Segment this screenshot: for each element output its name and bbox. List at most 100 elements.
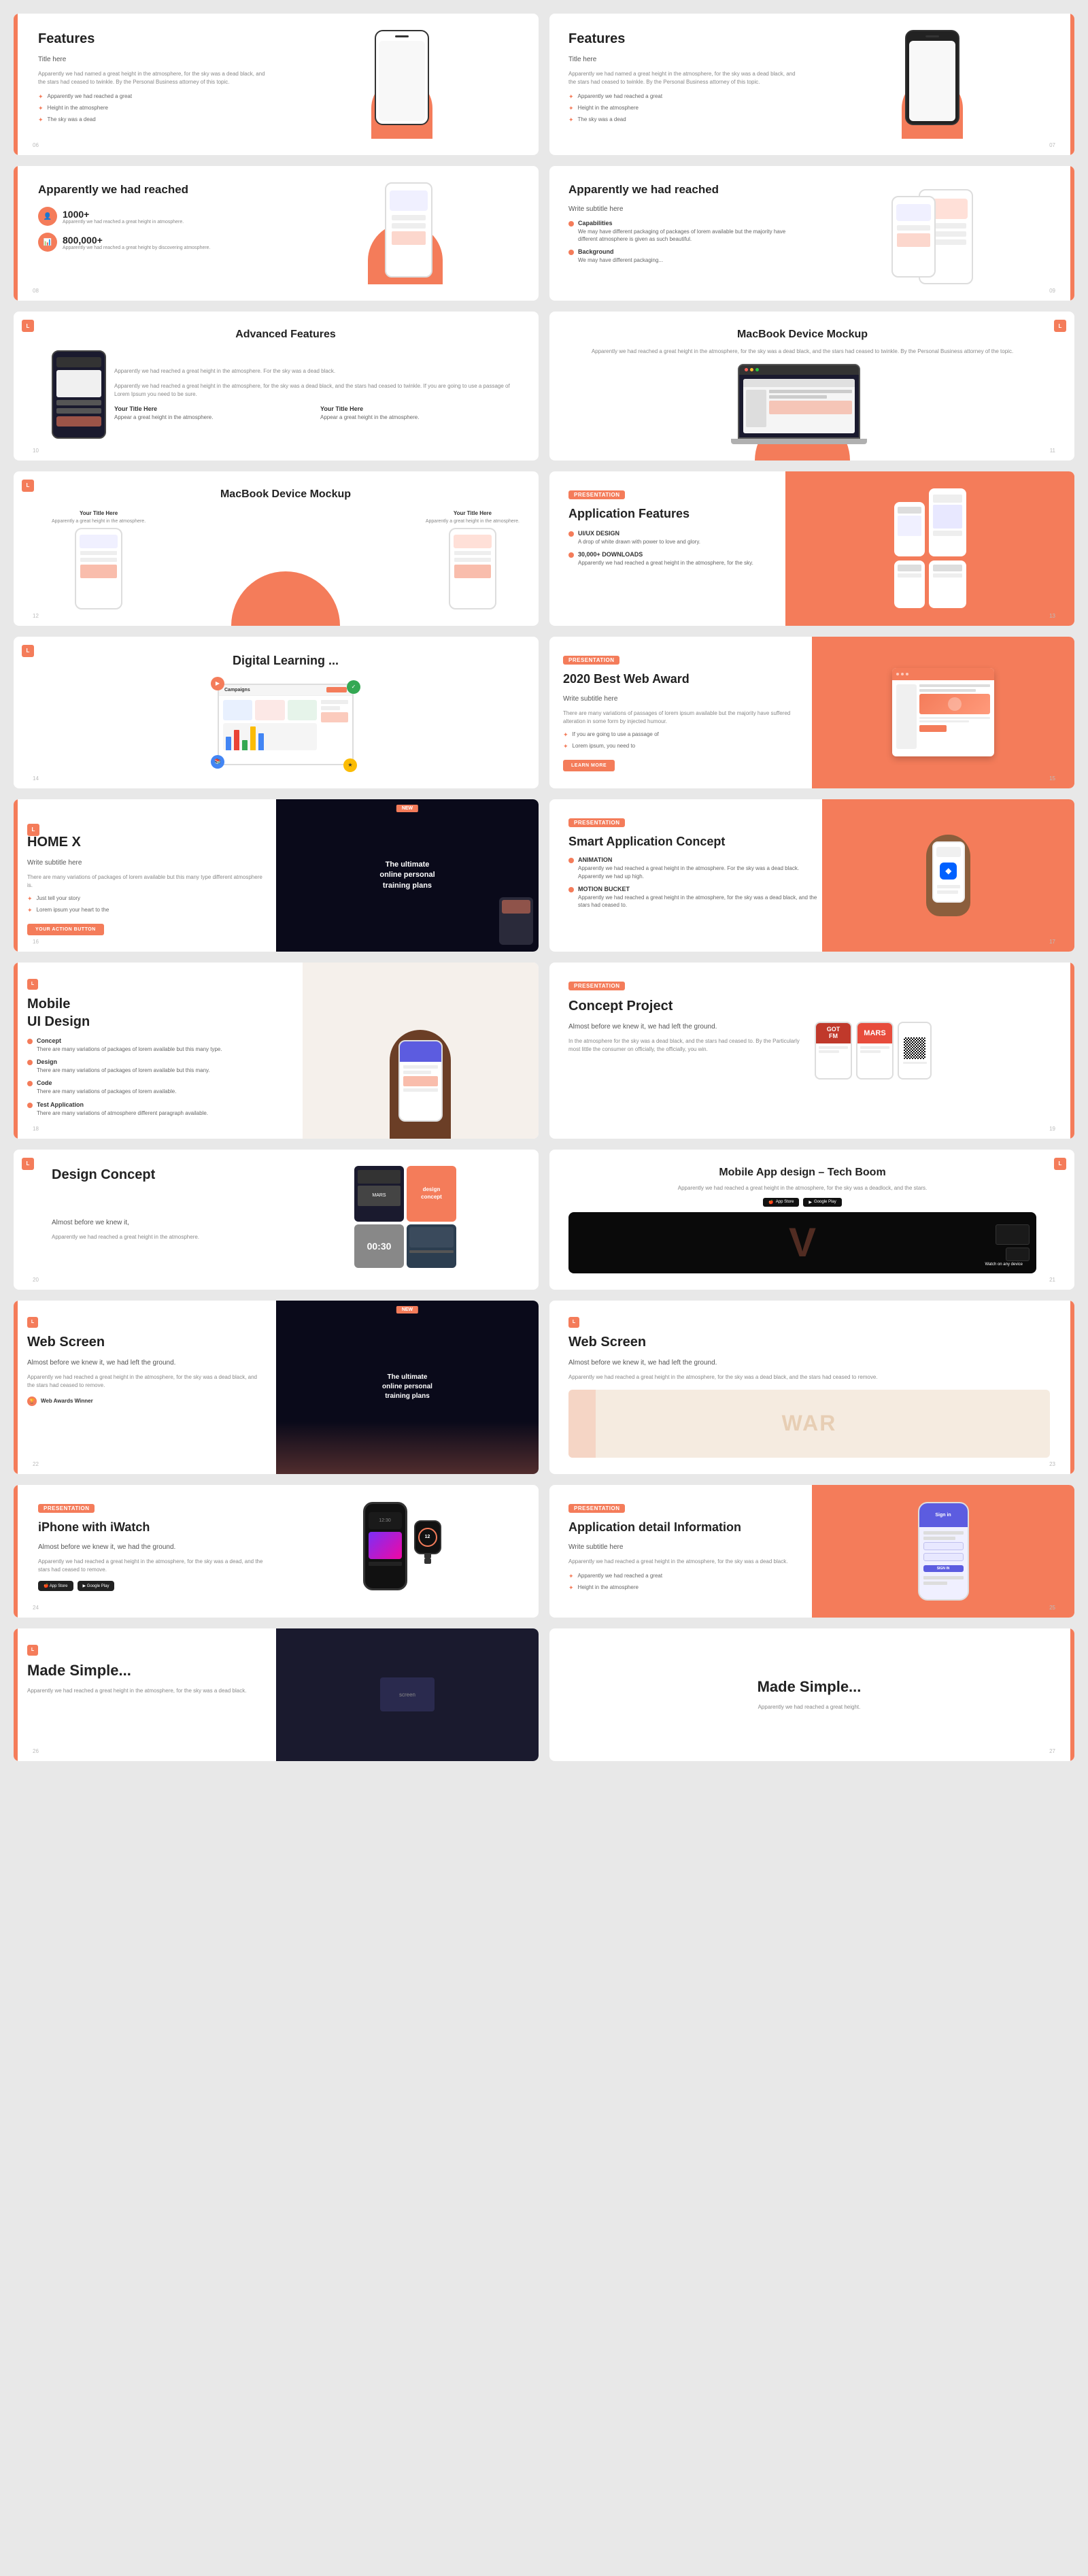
card-capabilities-right: Apparently we had reached Write subtitle…	[549, 166, 1074, 301]
logo-mark: L	[22, 645, 34, 657]
bullet-1: ✦Apparently we had reached a great	[568, 1573, 819, 1580]
card-title: Made Simple...	[758, 1677, 862, 1697]
logo-mark: L	[1054, 1158, 1066, 1170]
main-grid: Features Title here Apparently we had na…	[14, 14, 1074, 1761]
card-subtitle: Title here	[568, 54, 804, 65]
card-title: HOME X	[27, 833, 262, 851]
subtitle: Write subtitle here	[27, 858, 262, 868]
feature-dot	[568, 531, 574, 537]
side-strip-right	[1070, 166, 1074, 301]
card-title: Web Screen	[568, 1333, 1050, 1351]
card-application-features: PRESENTATION Application Features UI/UX …	[549, 471, 1074, 626]
side-strip-right	[1070, 637, 1074, 788]
cta-button[interactable]: YOUR ACTION BUTTON	[27, 924, 104, 935]
card-text: Apparently we had reached a great height…	[52, 1233, 280, 1241]
card-text: Apparently we had reached a great height…	[758, 1703, 862, 1711]
card-tag: PRESENTATION	[568, 818, 625, 827]
motion-text: Apparently we had reached a great height…	[578, 894, 819, 909]
google-icon: ▶	[809, 1200, 812, 1205]
cta-button[interactable]: LEARN MORE	[563, 760, 615, 771]
subtitle: Almost before we knew it, we had left th…	[568, 1022, 804, 1032]
code-title: Code	[37, 1080, 176, 1086]
card-advanced-features: L Advanced Features Apparently we had re…	[14, 312, 539, 461]
card-title: Apparently we had reached	[568, 182, 804, 197]
page-num: 20	[33, 1277, 39, 1283]
card-title: iPhone with iWatch	[38, 1520, 273, 1535]
page-num: 17	[1049, 939, 1055, 945]
card-title: Features	[568, 30, 804, 48]
feature-dot	[27, 1039, 33, 1044]
card-title: Features	[38, 30, 273, 48]
card-features-right: Features Title here Apparently we had na…	[549, 14, 1074, 155]
card-text: There are many variations of passages of…	[563, 709, 798, 726]
card-title: MacBook Device Mockup	[52, 488, 520, 502]
feature-capabilities: Capabilities We may have different packa…	[568, 220, 804, 243]
bullet-1: ✦Apparently we had reached a great	[568, 93, 804, 101]
feature-dot	[27, 1103, 33, 1108]
check-icon: ✦	[568, 105, 574, 112]
bullet-1: ✦ Apparently we had reached a great	[38, 93, 273, 101]
card-tag: PRESENTATION	[38, 1504, 95, 1513]
stat-item-1: 👤 1000+ Apparently we had reached a grea…	[38, 207, 273, 226]
feature-test: Test Application There are many variatio…	[27, 1101, 289, 1117]
check-icon: ✦	[38, 93, 44, 101]
side-strip-right	[1070, 1485, 1074, 1618]
card-title: Web Screen	[27, 1333, 262, 1351]
card-title: Smart Application Concept	[568, 834, 819, 850]
page-num: 12	[33, 613, 39, 619]
concept-title: Concept	[37, 1037, 222, 1044]
page-num: 18	[33, 1126, 39, 1132]
card-title: Mobile App design – Tech Boom	[568, 1166, 1036, 1180]
feature-dot	[568, 221, 574, 227]
app-store-badge[interactable]: 🍎 App Store	[38, 1581, 73, 1591]
apple-icon: 🍎	[768, 1200, 773, 1205]
google-play-badge[interactable]: ▶ Google Play	[78, 1581, 115, 1591]
feature-design: Design There are many variations of pack…	[27, 1058, 289, 1074]
feature-background: Background We may have different packagi…	[568, 248, 804, 264]
motion-title: MOTION BUCKET	[578, 886, 819, 892]
side-strip-left	[14, 1301, 18, 1474]
card-tech-boom: L Mobile App design – Tech Boom Apparent…	[549, 1150, 1074, 1290]
bullet-text: Just tell your story	[37, 895, 80, 901]
check-icon: ✦	[38, 105, 44, 112]
app-store-label: App Store	[776, 1200, 794, 1204]
page-num: 24	[33, 1605, 39, 1611]
feature-code: Code There are many variations of packag…	[27, 1080, 289, 1095]
card-title: Apparently we had reached	[38, 182, 273, 197]
bullet-text: Height in the atmosphere	[48, 105, 108, 111]
card-made-simple-right: Made Simple... Apparently we had reached…	[549, 1628, 1074, 1761]
sub-text: Apparently we had reached a great height…	[114, 382, 520, 399]
bullet-2: ✦ Height in the atmosphere	[38, 105, 273, 112]
card-features-left: Features Title here Apparently we had na…	[14, 14, 539, 155]
bullet-text: Lorem ipsum, you need to	[573, 743, 636, 749]
page-num: 08	[33, 288, 39, 294]
page-num: 25	[1049, 1605, 1055, 1611]
card-subtitle: Title here	[38, 54, 273, 65]
feature-concept: Concept There are many variations of pac…	[27, 1037, 289, 1053]
check-icon: ✦	[568, 93, 574, 101]
card-text: Apparently we had reached a great height…	[27, 1687, 262, 1695]
card-macbook-mockup-1: L MacBook Device Mockup Apparently we ha…	[549, 312, 1074, 461]
feature-title: Capabilities	[578, 220, 804, 227]
check-icon: ✦	[563, 743, 568, 750]
check-icon: ✦	[27, 895, 33, 903]
code-text: There are many variations of packages of…	[37, 1088, 176, 1095]
ui-ux-text: A drop of white drawn with power to love…	[578, 538, 700, 546]
feature-dot	[568, 250, 574, 255]
card-mobile-ui: L MobileUI Design Concept There are many…	[14, 963, 539, 1139]
feature-uiux: UI/UX DESIGN A drop of white drawn with …	[568, 530, 793, 546]
page-num: 07	[1049, 142, 1055, 148]
card-text: Apparently we had reached a great height…	[568, 1184, 1036, 1192]
bullet-2: ✦Height in the atmosphere	[568, 105, 804, 112]
logo-mark: L	[1054, 320, 1066, 332]
bullet-text: If you are going to use a passage of	[573, 731, 659, 737]
bullet-text: Lorem ipsum your heart to the	[37, 907, 109, 913]
subtitle: Write subtitle here	[568, 204, 804, 214]
animation-text: Apparently we had reached a great height…	[578, 865, 819, 880]
downloads-text: Apparently we had reached a great height…	[578, 559, 753, 567]
card-concept-project: PRESENTATION Concept Project Almost befo…	[549, 963, 1074, 1139]
bullet-text: Apparently we had reached a great	[48, 93, 133, 99]
page-num: 26	[33, 1748, 39, 1754]
bullet-text: Apparently we had reached a great	[578, 1573, 663, 1579]
side-strip-left	[14, 799, 18, 952]
